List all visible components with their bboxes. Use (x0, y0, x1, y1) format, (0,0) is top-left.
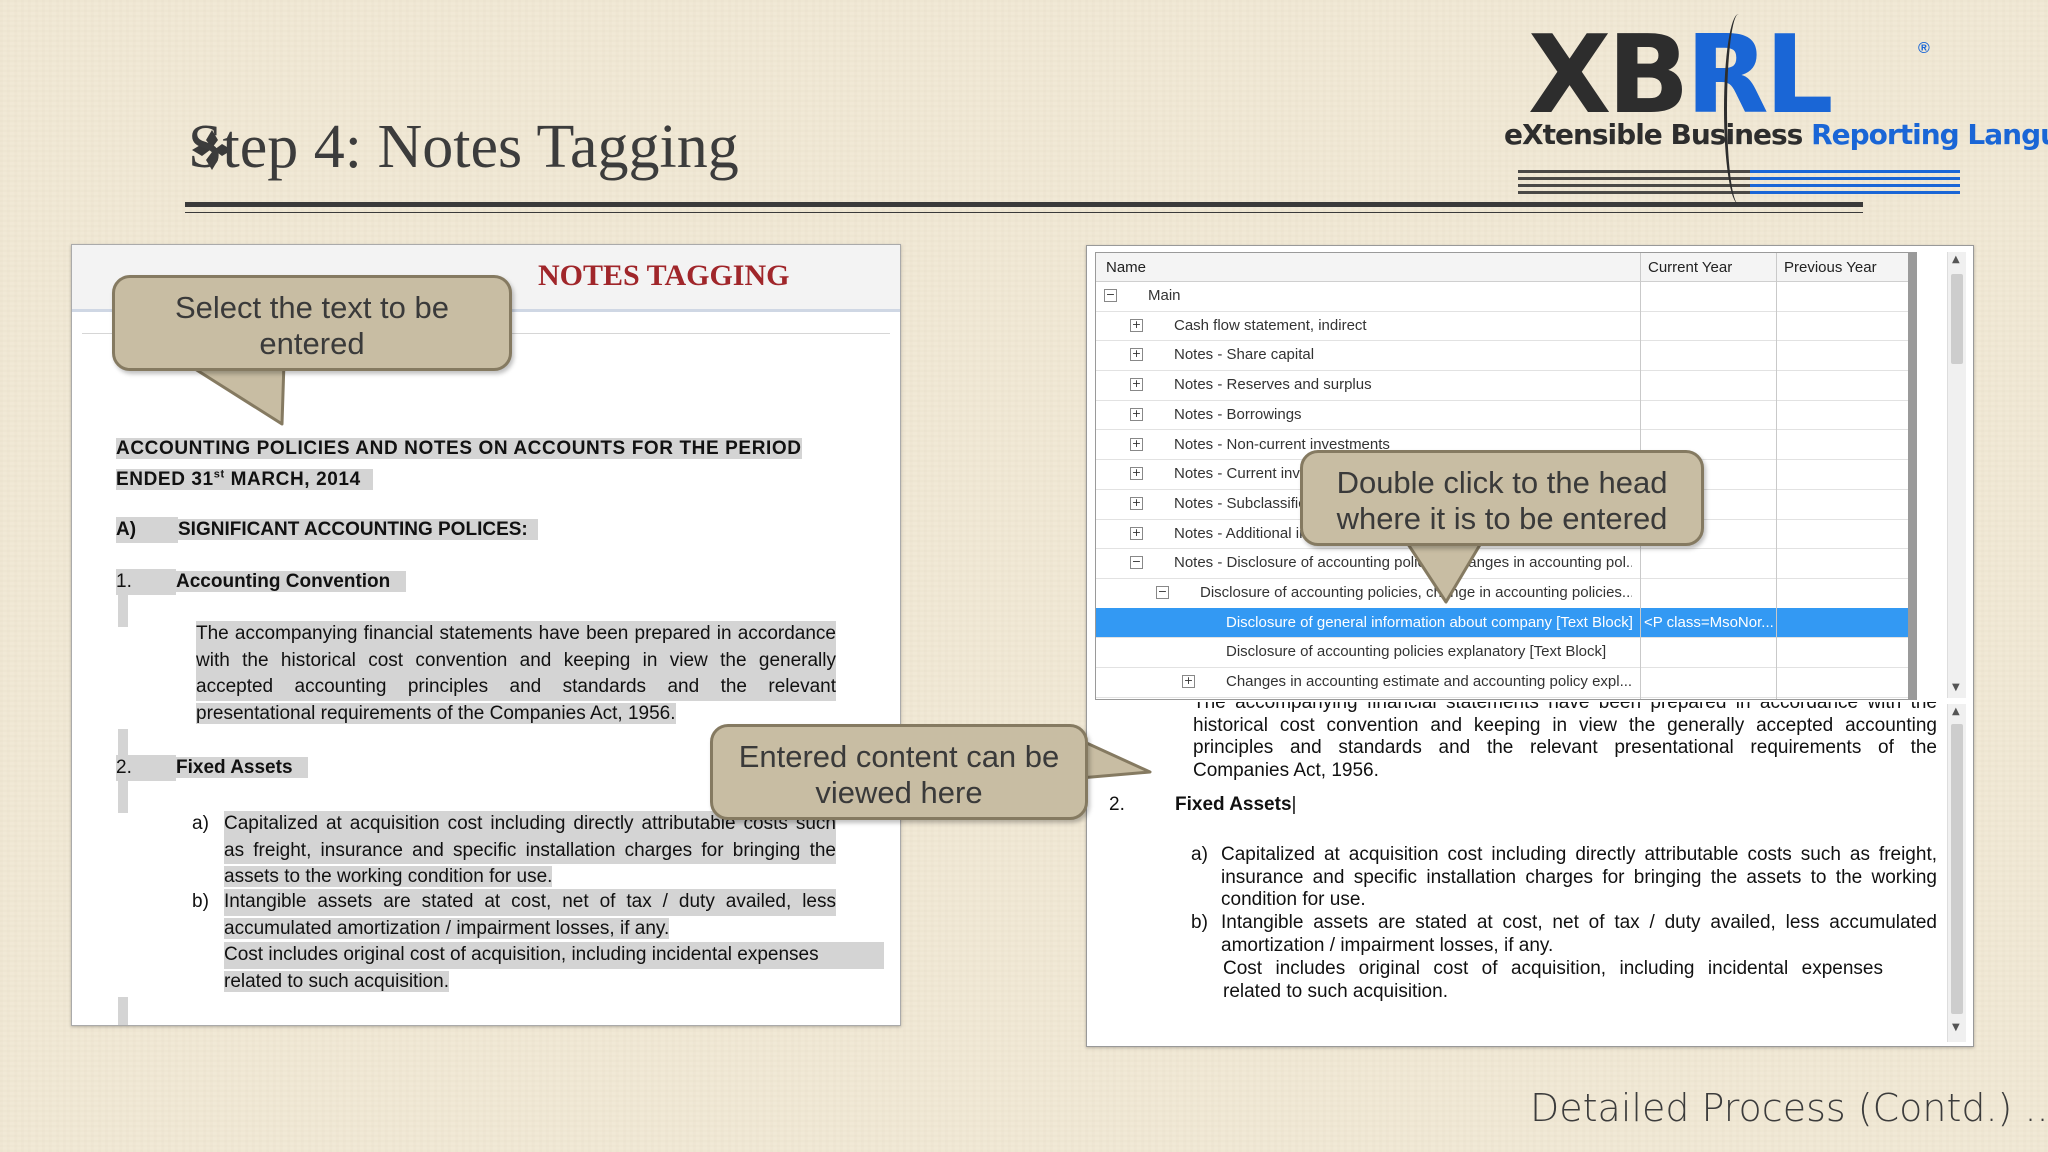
callout-entered-content: Entered content can be viewed here (710, 724, 1088, 820)
expand-icon[interactable]: + (1130, 378, 1143, 392)
expand-icon[interactable]: + (1130, 348, 1143, 362)
callout-pointer (1400, 532, 1490, 604)
preview-2a-text: Capitalized at acquisition cost includin… (1221, 844, 1937, 911)
taxonomy-tagging-panel: Name Current Year Previous Year − Main + Ca… (1086, 245, 1974, 1047)
tree-row-label: Cash flow statement, indirect (1174, 316, 1367, 334)
tree-row[interactable]: + Notes - Borrowings (1096, 400, 1916, 431)
content-preview[interactable]: The accompanying financial statements ha… (1087, 702, 1943, 1046)
preview-scrollbar[interactable]: ▲ ▼ (1947, 704, 1966, 1042)
tree-row-label: Notes - Reserves and surplus (1174, 376, 1372, 394)
tree-row-label: Main (1148, 287, 1181, 304)
registered-mark: ® (1918, 40, 1930, 57)
tree-header: Name Current Year Previous Year (1096, 253, 1916, 282)
tree-row[interactable]: − Disclosure of accounting policies, chan… (1096, 578, 1916, 609)
tree-row-selected[interactable]: Disclosure of general information about … (1096, 607, 1916, 639)
scroll-up-icon[interactable]: ▲ (1952, 706, 1960, 717)
scroll-down-icon[interactable]: ▼ (1952, 1022, 1960, 1033)
doc-heading: ACCOUNTING POLICIES AND NOTES ON ACCOUNT… (116, 438, 802, 491)
item-2a-text: Capitalized at acquisition cost includin… (224, 811, 836, 887)
item-1-heading: 1. Accounting Convention (116, 569, 407, 595)
logo-mark: XBRL (1528, 13, 1834, 138)
collapse-icon[interactable]: − (1104, 289, 1117, 302)
callout-double-click: Double click to the head where it is to … (1300, 450, 1704, 546)
tree-row-label: Notes - Borrowings (1174, 405, 1302, 423)
item-2b-label: b) (192, 891, 209, 912)
tree-row[interactable]: + Notes - Reserves and surplus (1096, 370, 1916, 401)
callout-pointer (180, 356, 290, 426)
item-2-heading: 2. Fixed Assets (116, 755, 309, 781)
logo-lines-blue (1750, 168, 1960, 194)
collapse-icon[interactable]: − (1156, 586, 1169, 599)
callout-select-text: Select the text to be entered (112, 275, 512, 371)
scrollbar-thumb[interactable] (1951, 724, 1963, 1014)
tree-row-label: Notes - Share capital (1174, 346, 1315, 364)
cost-text: Cost includes original cost of acquisiti… (224, 942, 884, 995)
column-header-name[interactable]: Name (1106, 259, 1146, 276)
preview-2b-text: Intangible assets are stated at cost, ne… (1221, 912, 1937, 956)
tree-row[interactable]: + Changes in accounting estimate and acco… (1096, 667, 1916, 698)
preview-convention-text: The accompanying financial statements ha… (1193, 702, 1937, 782)
item-2b-text: Intangible assets are stated at cost, ne… (224, 889, 836, 939)
preview-2b-label: b) (1191, 912, 1208, 933)
expand-icon[interactable]: + (1130, 467, 1143, 481)
tree-row-label: Changes in accounting estimate and accou… (1226, 673, 1632, 691)
xbrl-logo: XBRL ® eXtensible Business Reporting Lan… (1500, 13, 2048, 204)
tree-scrollbar[interactable]: ▲ ▼ (1947, 252, 1966, 698)
tree-row-label: Disclosure of accounting policies explan… (1226, 643, 1607, 661)
slide-title: Step 4: Notes Tagging (188, 113, 739, 181)
item-2a-label: a) (192, 813, 209, 834)
item-1-paragraph: The accompanying financial statements ha… (196, 621, 836, 724)
preview-2a-label: a) (1191, 844, 1208, 865)
expand-icon[interactable]: + (1130, 437, 1143, 451)
tree-row[interactable]: − Notes - Disclosure of accounting polici… (1096, 548, 1916, 579)
section-a: A) SIGNIFICANT ACCOUNTING POLICES: (116, 517, 539, 543)
column-separator (1776, 253, 1777, 699)
tree-empty-column (1908, 253, 1916, 699)
column-header-previous-year[interactable]: Previous Year (1784, 259, 1877, 276)
collapse-icon[interactable]: − (1130, 556, 1143, 570)
scroll-down-icon[interactable]: ▼ (1952, 682, 1960, 693)
expand-icon[interactable]: + (1130, 407, 1143, 421)
slide-footer: Detailed Process (Contd.) ... (1530, 1086, 2048, 1130)
preview-item-2-title: Fixed Assets| (1175, 794, 1297, 815)
tree-row[interactable]: Disclosure of accounting policies explan… (1096, 637, 1916, 669)
tree-row-current-year[interactable]: <P class=MsoNor... (1644, 614, 1776, 631)
callout-pointer (1074, 732, 1152, 792)
expand-icon[interactable]: + (1130, 318, 1143, 332)
column-header-current-year[interactable]: Current Year (1648, 259, 1732, 276)
tree-row-label: Disclosure of general information about … (1226, 613, 1632, 631)
expand-icon[interactable]: + (1182, 675, 1195, 689)
logo-tagline: eXtensible Business Reporting Language (1504, 118, 2048, 151)
tree-row[interactable]: + Notes - Share capital (1096, 340, 1916, 372)
tree-row[interactable]: − Main (1096, 281, 1916, 312)
expand-icon[interactable]: + (1130, 496, 1143, 510)
tree-row[interactable]: + Cash flow statement, indirect (1096, 311, 1916, 342)
preview-item-2-num: 2. (1109, 794, 1125, 815)
selection-gutter (118, 997, 128, 1025)
preview-cost-text: Cost includes original cost of acquisiti… (1223, 958, 1883, 1002)
scroll-up-icon[interactable]: ▲ (1952, 254, 1960, 265)
title-divider-thin (185, 212, 1863, 213)
scrollbar-thumb[interactable] (1951, 274, 1963, 364)
expand-icon[interactable]: + (1130, 526, 1143, 540)
